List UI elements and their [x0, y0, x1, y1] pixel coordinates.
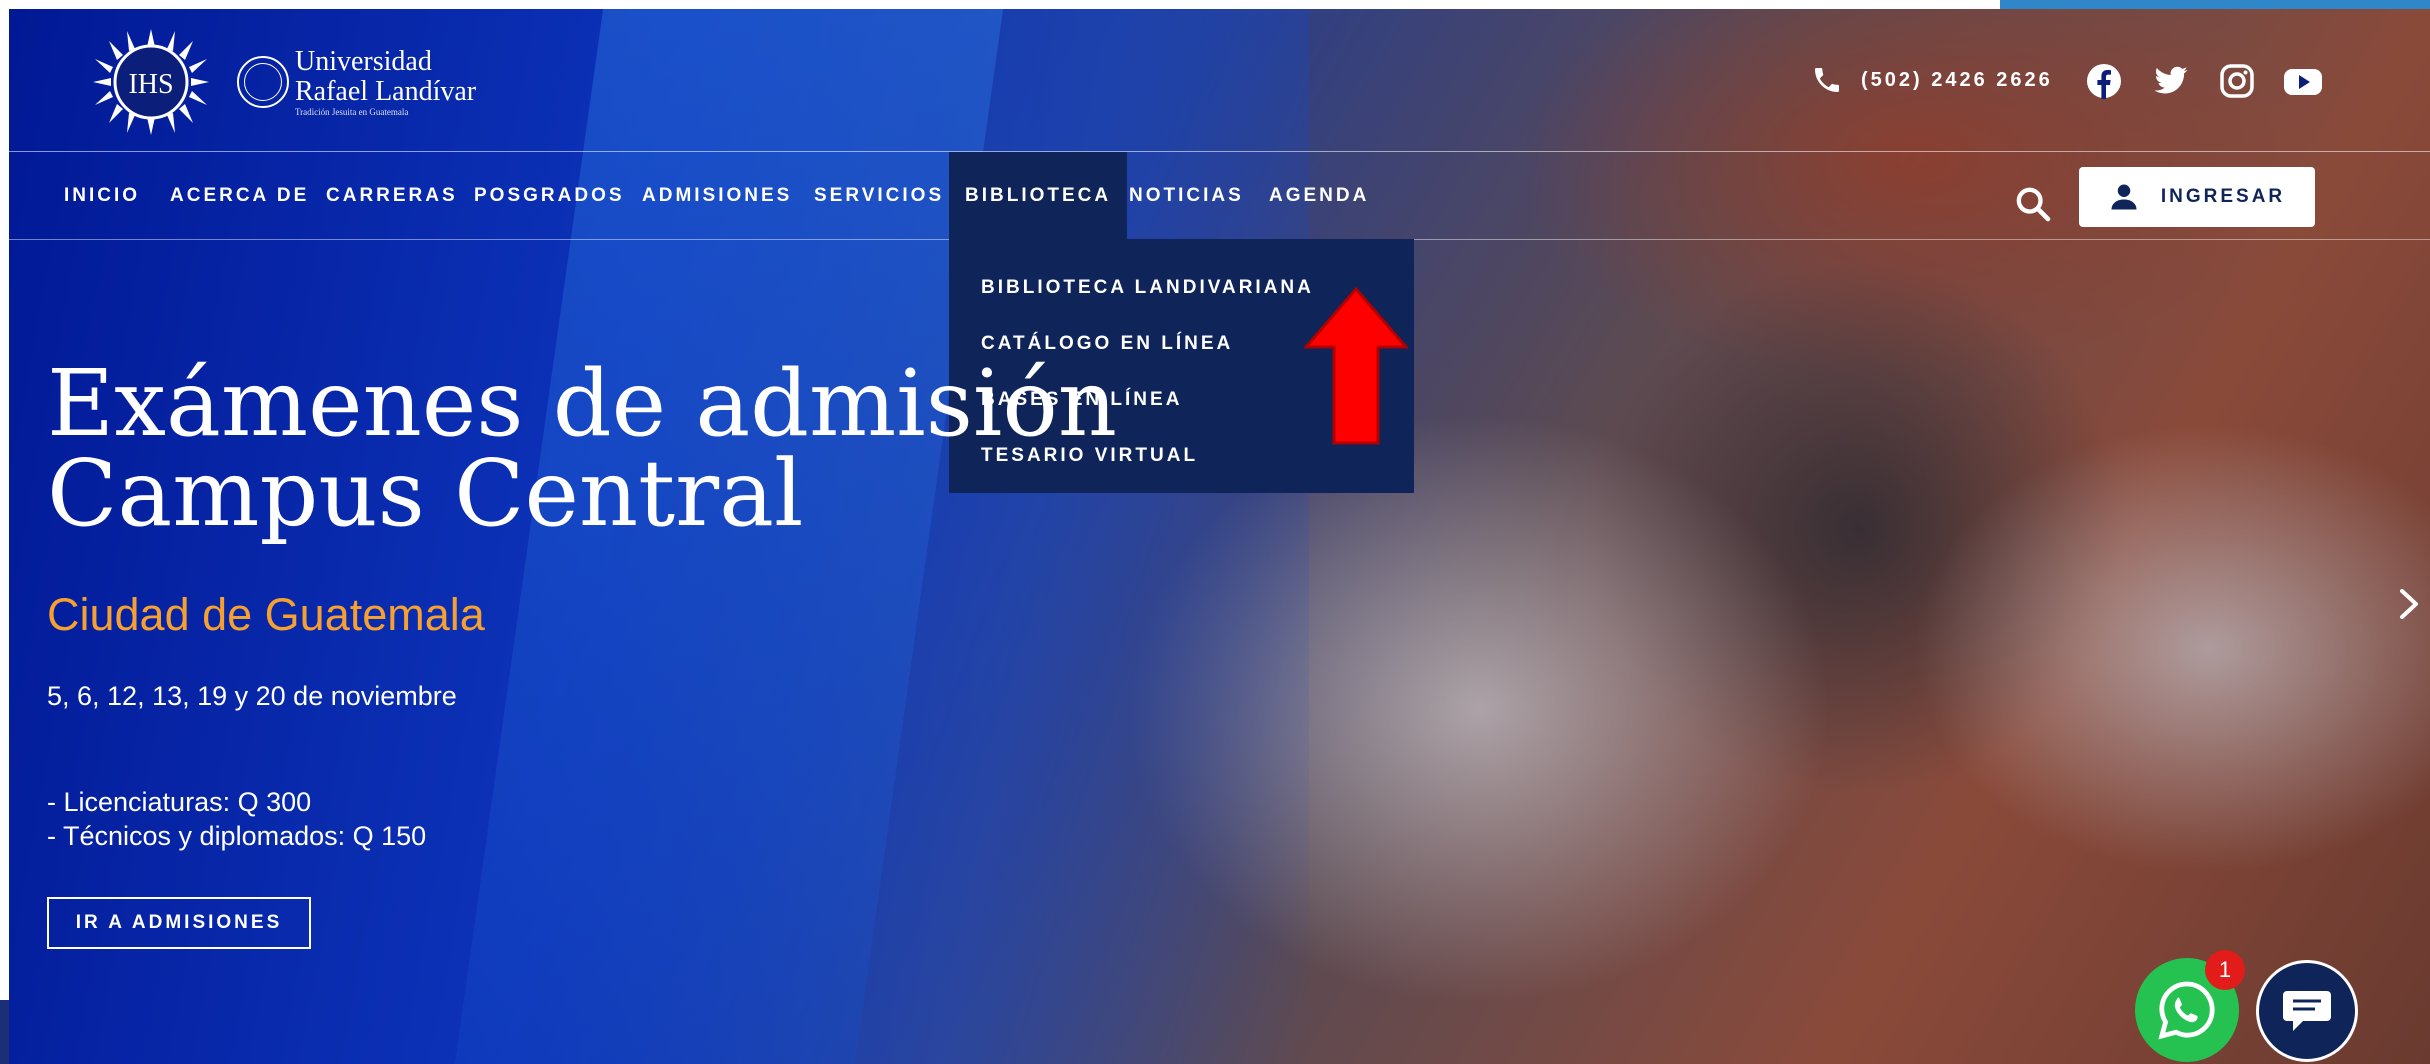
- chevron-right-icon[interactable]: [2394, 579, 2424, 629]
- hero-title-line1: Exámenes de admisión: [47, 350, 1117, 457]
- facebook-icon[interactable]: [2086, 63, 2122, 99]
- youtube-icon[interactable]: [2283, 63, 2323, 99]
- university-wordmark: Universidad Rafael Landívar Tradición Je…: [295, 46, 477, 118]
- price-licenciaturas: - Licenciaturas: Q 300: [47, 787, 312, 817]
- nav-item-agenda[interactable]: AGENDA: [1269, 152, 1369, 239]
- hero-title: Exámenes de admisión Campus Central: [47, 350, 1117, 547]
- whatsapp-notification-badge: 1: [2205, 950, 2245, 990]
- phone-icon: [1815, 68, 1839, 92]
- red-annotation-arrow-icon: [1304, 287, 1408, 445]
- nav-item-admisiones[interactable]: ADMISIONES: [642, 152, 792, 239]
- hero-subtitle: Ciudad de Guatemala: [47, 589, 485, 640]
- user-icon: [2111, 184, 2137, 210]
- nav-item-servicios[interactable]: SERVICIOS: [814, 152, 944, 239]
- hero-prices: - Licenciaturas: Q 300 - Técnicos y dipl…: [47, 785, 426, 853]
- nav-item-inicio[interactable]: INICIO: [64, 152, 140, 239]
- ihs-logo[interactable]: IHS: [87, 27, 215, 137]
- instagram-icon[interactable]: [2219, 63, 2255, 99]
- hero-dates: 5, 6, 12, 13, 19 y 20 de noviembre: [47, 681, 457, 711]
- phone-number: (502) 2426 2626: [1861, 68, 2053, 91]
- nav-item-biblioteca[interactable]: BIBLIOTECA: [949, 152, 1128, 239]
- admisiones-cta-button[interactable]: IR A ADMISIONES: [47, 897, 311, 949]
- search-icon[interactable]: [2013, 184, 2053, 224]
- nav-item-carreras[interactable]: CARRERAS: [326, 152, 458, 239]
- price-tecnicos: - Técnicos y diplomados: Q 150: [47, 821, 427, 851]
- university-logo[interactable]: Universidad Rafael Landívar Tradición Je…: [237, 47, 476, 117]
- login-button[interactable]: INGRESAR: [2079, 167, 2315, 227]
- nav-item-acerca-de[interactable]: ACERCA DE: [170, 152, 309, 239]
- hero-title-line2: Campus Central: [47, 440, 804, 547]
- university-name-line1: Universidad: [295, 46, 432, 77]
- ihs-text: IHS: [128, 69, 173, 100]
- chat-button[interactable]: [2256, 960, 2358, 1062]
- top-bar: IHS Universidad Rafael Landívar Tradició…: [9, 9, 2430, 152]
- corner-decoration: [2000, 0, 2430, 9]
- nav-item-posgrados[interactable]: POSGRADOS: [474, 152, 625, 239]
- dropdown-item-biblioteca-landivariana[interactable]: BIBLIOTECA LANDIVARIANA: [981, 277, 1314, 299]
- twitter-icon[interactable]: [2153, 63, 2189, 99]
- left-edge-decoration: [0, 1000, 9, 1064]
- chat-icon: [2283, 991, 2331, 1031]
- university-tagline: Tradición Jesuita en Guatemala: [295, 107, 409, 117]
- university-seal-icon: [237, 56, 289, 108]
- main-navigation: INICIO ACERCA DE CARRERAS POSGRADOS ADMI…: [9, 152, 2430, 240]
- nav-item-noticias[interactable]: NOTICIAS: [1129, 152, 1244, 239]
- login-label: INGRESAR: [2160, 186, 2286, 207]
- phone-contact[interactable]: (502) 2426 2626: [1811, 64, 2053, 96]
- whatsapp-icon: [2158, 981, 2215, 1040]
- university-name-line2: Rafael Landívar: [295, 76, 477, 107]
- page-frame: IHS Universidad Rafael Landívar Tradició…: [9, 9, 2430, 1064]
